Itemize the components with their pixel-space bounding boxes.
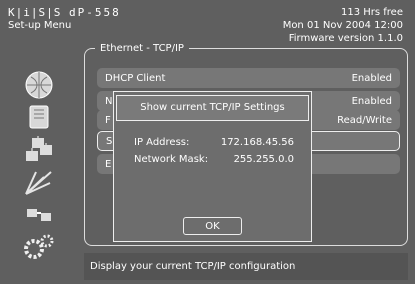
- ip-address-row: IP Address: 172.168.45.56: [134, 137, 294, 148]
- panel-title: Ethernet - TCP/IP: [95, 43, 189, 54]
- tcpip-settings-dialog: Show current TCP/IP Settings IP Address:…: [113, 91, 312, 242]
- system-info: 113 Hrs free Mon 01 Nov 2004 12:00 Firmw…: [283, 6, 403, 45]
- settings-screen: K|i|S|S dP-558 Set-up Menu 113 Hrs free …: [0, 0, 415, 284]
- ip-address-value: 172.168.45.56: [220, 137, 294, 148]
- network-mask-value: 255.255.0.0: [233, 154, 294, 165]
- setting-label: S: [106, 135, 113, 147]
- gears-icon[interactable]: [22, 232, 56, 262]
- menu-title: Set-up Menu: [8, 20, 72, 31]
- ok-button[interactable]: OK: [183, 217, 242, 235]
- setting-value: Enabled: [351, 72, 392, 84]
- setting-value: Read/Write: [337, 114, 392, 126]
- setting-row-dhcp[interactable]: DHCP Client Enabled: [97, 68, 400, 88]
- setting-value: Enabled: [351, 95, 392, 107]
- network-icon[interactable]: [22, 135, 56, 165]
- brand-name: K|i|S|S: [8, 6, 62, 19]
- network-mask-label: Network Mask:: [134, 154, 209, 165]
- dialog-title: Show current TCP/IP Settings: [116, 95, 309, 121]
- folder-icon[interactable]: [22, 102, 56, 132]
- settings-icons: [0, 62, 78, 284]
- setting-label: F: [105, 114, 111, 126]
- status-bar: Display your current TCP/IP configuratio…: [84, 253, 408, 280]
- date-time: Mon 01 Nov 2004 12:00: [282, 20, 403, 31]
- globe-icon[interactable]: [22, 70, 56, 100]
- setting-label: N: [105, 95, 113, 107]
- setting-label: DHCP Client: [105, 72, 166, 84]
- brand-logo: K|i|S|S dP-558: [8, 6, 121, 19]
- ip-address-label: IP Address:: [134, 137, 190, 148]
- link-icon[interactable]: [22, 200, 56, 230]
- firmware-version: Firmware version 1.1.0: [288, 33, 403, 44]
- free-space: 113 Hrs free: [340, 7, 403, 18]
- setting-label: E: [105, 158, 112, 170]
- antenna-icon[interactable]: [22, 167, 56, 197]
- network-mask-row: Network Mask: 255.255.0.0: [134, 154, 294, 165]
- model-name: dP-558: [68, 6, 121, 19]
